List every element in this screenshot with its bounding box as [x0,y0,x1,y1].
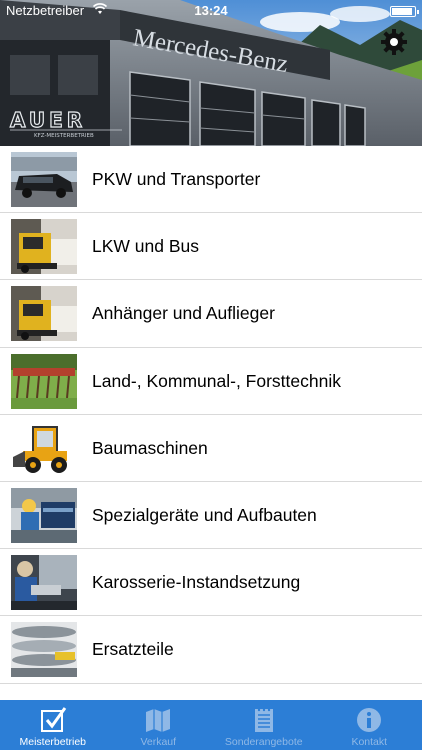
thumbnail-parts-image [11,622,77,678]
settings-gear-icon[interactable] [380,28,408,56]
tab-label: Verkauf [140,736,177,748]
tab-bar: Meisterbetrieb Verkauf Sonderangebote Ko… [0,700,422,750]
list-item-label: Land-, Kommunal-, Forsttechnik [92,370,341,391]
category-list: PKW und Transporter LKW und Bus Anhänger… [0,146,422,700]
tab-label: Sonderangebote [224,736,303,748]
list-item-label: LKW und Bus [92,236,199,257]
tab-label: Meisterbetrieb [19,736,87,748]
thumbnail-truck-image [11,219,77,275]
list-item-land-kommunal-forsttechnik[interactable]: Land-, Kommunal-, Forsttechnik [0,348,422,415]
app-screen: Mercedes-Benz AUER KFZ-MEISTERBETRIEB Ne… [0,0,422,750]
list-item-label: PKW und Transporter [92,169,261,189]
header-image: Mercedes-Benz AUER KFZ-MEISTERBETRIEB Ne… [0,0,422,146]
tab-sonderangebote[interactable]: Sonderangebote [211,700,317,750]
status-time: 13:24 [194,3,228,18]
notepad-icon [250,706,278,734]
checkmark-icon [39,706,67,734]
thumbnail-loader-image [11,420,77,476]
thumbnail-truck-image [11,286,77,342]
thumbnail-agricultural-image [11,353,77,409]
battery-icon [390,6,419,17]
list-item-lkw-bus[interactable]: LKW und Bus [0,213,422,281]
list-item-label: Karosserie-Instandsetzung [92,572,301,593]
list-item-anhaenger-auflieger[interactable]: Anhänger und Auflieger [0,280,422,348]
list-item-label: Ersatzteile [92,639,174,660]
list-item-karosserie-instandsetzung[interactable]: Karosserie-Instandsetzung [0,549,422,617]
status-bar: Netzbetreiber 13:24 [0,0,422,22]
tab-verkauf[interactable]: Verkauf [106,700,212,750]
tab-kontakt[interactable]: Kontakt [317,700,422,750]
list-item-ersatzteile[interactable]: Ersatzteile [0,616,422,684]
list-item-label: Baumaschinen [92,437,208,458]
thumbnail-workshop-image [11,487,77,543]
list-item-label: Spezialgeräte und Aufbauten [92,504,317,525]
auer-logo-subtitle: KFZ-MEISTERBETRIEB [34,133,94,139]
list-item-pkw-transporter[interactable]: PKW und Transporter [0,146,422,214]
list-item-baumaschinen[interactable]: Baumaschinen [0,415,422,482]
tab-meisterbetrieb[interactable]: Meisterbetrieb [0,700,106,750]
thumbnail-bodywork-image [11,555,77,611]
list-item-spezialgeraete-aufbauten[interactable]: Spezialgeräte und Aufbauten [0,482,422,550]
info-icon [355,706,383,734]
auer-logo: AUER [10,108,86,132]
list-item-label: Anhänger und Auflieger [92,303,275,324]
thumbnail-van-image [11,152,77,207]
map-icon [144,706,172,734]
tab-label: Kontakt [351,736,388,748]
